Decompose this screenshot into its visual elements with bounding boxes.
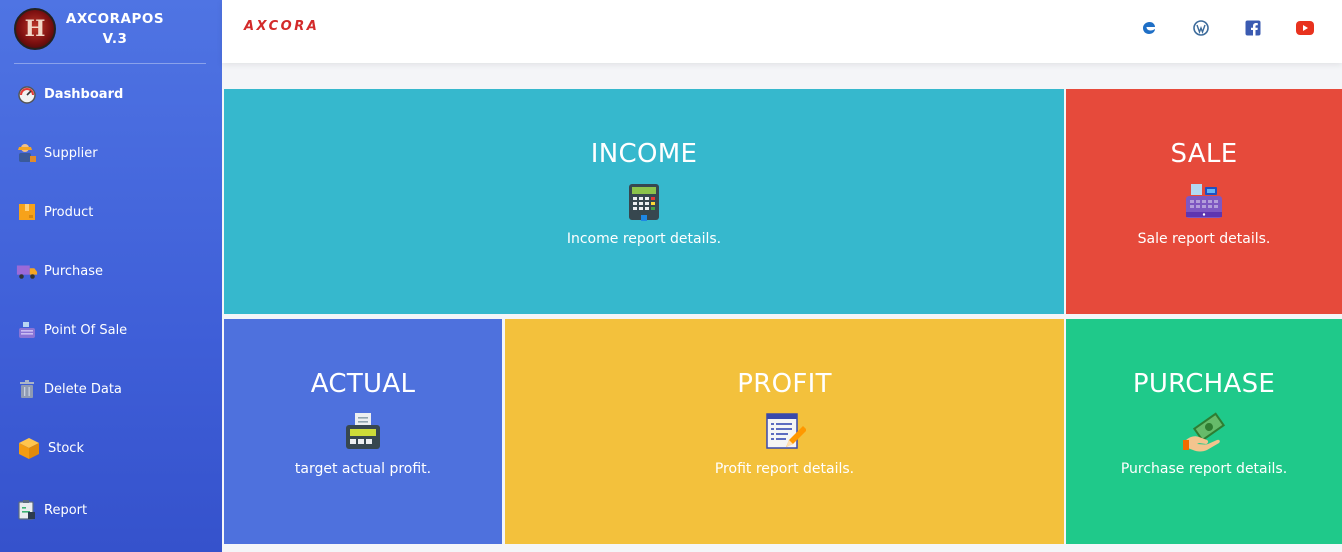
brand-divider bbox=[14, 63, 206, 64]
sidebar-item-product[interactable]: Product bbox=[16, 200, 93, 224]
sale-tile-title: SALE bbox=[1170, 139, 1238, 169]
income-tile[interactable]: INCOME Income report details. bbox=[224, 89, 1064, 314]
sidebar-item-stock[interactable]: Stock bbox=[16, 436, 84, 460]
sidebar-item-supplier[interactable]: Supplier bbox=[16, 141, 98, 165]
sale-tile[interactable]: SALE Sale report details. bbox=[1066, 89, 1342, 314]
sidebar-item-label: Dashboard bbox=[44, 86, 124, 102]
cash-register-icon bbox=[1183, 181, 1225, 223]
sidebar-item-report[interactable]: Report bbox=[16, 498, 87, 522]
sidebar-item-label: Delete Data bbox=[44, 381, 122, 397]
income-tile-title: INCOME bbox=[590, 139, 698, 169]
box-icon bbox=[16, 201, 38, 223]
truck-icon bbox=[16, 260, 38, 282]
speedometer-icon bbox=[16, 83, 38, 105]
report-icon bbox=[16, 499, 38, 521]
top-header: AXCORA bbox=[222, 0, 1342, 63]
sidebar-item-label: Product bbox=[44, 204, 94, 220]
purchase-tile-title: PURCHASE bbox=[1132, 369, 1276, 399]
stock-box-icon bbox=[16, 435, 42, 461]
receipt-printer-icon bbox=[342, 411, 384, 453]
wordpress-icon[interactable] bbox=[1191, 18, 1211, 38]
actual-tile-description: target actual profit. bbox=[294, 461, 432, 477]
facebook-icon[interactable] bbox=[1243, 18, 1263, 38]
money-hand-icon bbox=[1183, 411, 1226, 453]
sidebar-item-label: Point Of Sale bbox=[44, 322, 128, 338]
document-edit-icon bbox=[764, 411, 807, 453]
sidebar-item-label: Purchase bbox=[44, 263, 104, 279]
app-logo[interactable]: H bbox=[14, 8, 56, 50]
supplier-icon bbox=[16, 142, 38, 164]
profit-tile[interactable]: PROFIT Profit report details. bbox=[505, 319, 1064, 544]
brand: H AXCORAPOS V.3 bbox=[0, 0, 222, 63]
sidebar-item-label: Supplier bbox=[44, 145, 98, 161]
brand-name: AXCORAPOS V.3 bbox=[60, 9, 170, 49]
header-brand-logo[interactable]: AXCORA bbox=[244, 19, 319, 34]
sidebar-item-label: Stock bbox=[48, 440, 84, 456]
cash-register-icon bbox=[16, 319, 38, 341]
profit-tile-description: Profit report details. bbox=[714, 461, 855, 477]
sidebar-item-dashboard[interactable]: Dashboard bbox=[16, 82, 123, 106]
sidebar-item-delete-data[interactable]: Delete Data bbox=[16, 377, 122, 401]
purchase-tile-description: Purchase report details. bbox=[1120, 461, 1288, 477]
app-name: AXCORAPOS bbox=[65, 11, 165, 27]
sale-tile-description: Sale report details. bbox=[1137, 231, 1271, 247]
edge-icon[interactable] bbox=[1139, 18, 1159, 38]
actual-tile[interactable]: ACTUAL target actual profit. bbox=[224, 319, 502, 544]
sidebar-item-label: Report bbox=[44, 502, 88, 518]
payment-terminal-icon bbox=[623, 181, 665, 223]
income-tile-description: Income report details. bbox=[566, 231, 722, 247]
purchase-tile[interactable]: PURCHASE Purchase report details. bbox=[1066, 319, 1342, 544]
youtube-icon[interactable] bbox=[1295, 18, 1315, 38]
sidebar: H AXCORAPOS V.3 Dashboard Supplier Produ… bbox=[0, 0, 222, 552]
profit-tile-title: PROFIT bbox=[737, 369, 832, 399]
sidebar-item-purchase[interactable]: Purchase bbox=[16, 259, 103, 283]
trash-icon bbox=[16, 378, 38, 400]
app-version: V.3 bbox=[102, 31, 128, 47]
actual-tile-title: ACTUAL bbox=[310, 369, 416, 399]
sidebar-item-point-of-sale[interactable]: Point Of Sale bbox=[16, 318, 127, 342]
